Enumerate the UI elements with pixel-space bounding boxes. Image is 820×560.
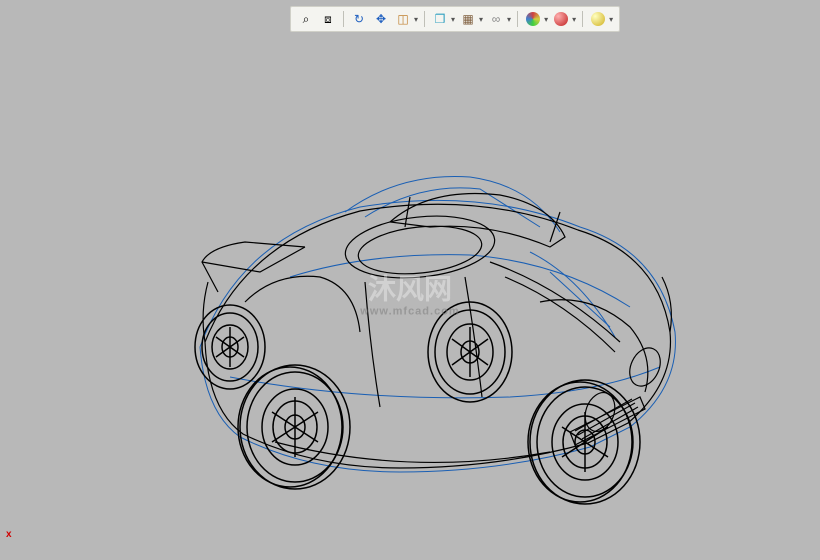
chevron-down-icon[interactable]: ▾ [609, 15, 613, 24]
chevron-down-icon[interactable]: ▾ [507, 15, 511, 24]
toolbar-separator [424, 11, 425, 27]
toolbar-separator [517, 11, 518, 27]
chevron-down-icon[interactable]: ▾ [479, 15, 483, 24]
zoom-window-icon[interactable]: ⧈ [319, 10, 337, 28]
zoom-fit-icon[interactable]: ⌕ [297, 10, 315, 28]
section-view-icon[interactable]: ◫ [394, 10, 412, 28]
scene-icon[interactable] [552, 10, 570, 28]
axis-triad: x y z [6, 529, 12, 540]
axis-x-label: x [6, 529, 12, 540]
chevron-down-icon[interactable]: ▾ [544, 15, 548, 24]
render-icon[interactable] [589, 10, 607, 28]
chevron-down-icon[interactable]: ▾ [451, 15, 455, 24]
chevron-down-icon[interactable]: ▾ [414, 15, 418, 24]
chevron-down-icon[interactable]: ▾ [572, 15, 576, 24]
toolbar-separator [343, 11, 344, 27]
pan-icon[interactable]: ✥ [372, 10, 390, 28]
model-viewport[interactable]: 沐风网 www.mfcad.com x y z [0, 32, 820, 560]
rotate-view-icon[interactable]: ↻ [350, 10, 368, 28]
toolbar-separator [582, 11, 583, 27]
car-wireframe-model [110, 77, 730, 527]
display-style-icon[interactable]: ▦ [459, 10, 477, 28]
view-toolbar: ⌕ ⧈ ↻ ✥ ◫ ▾ ❒ ▾ ▦ ▾ ∞ ▾ ▾ ▾ ▾ [290, 6, 620, 32]
appearance-icon[interactable] [524, 10, 542, 28]
view-orientation-icon[interactable]: ❒ [431, 10, 449, 28]
hide-show-icon[interactable]: ∞ [487, 10, 505, 28]
